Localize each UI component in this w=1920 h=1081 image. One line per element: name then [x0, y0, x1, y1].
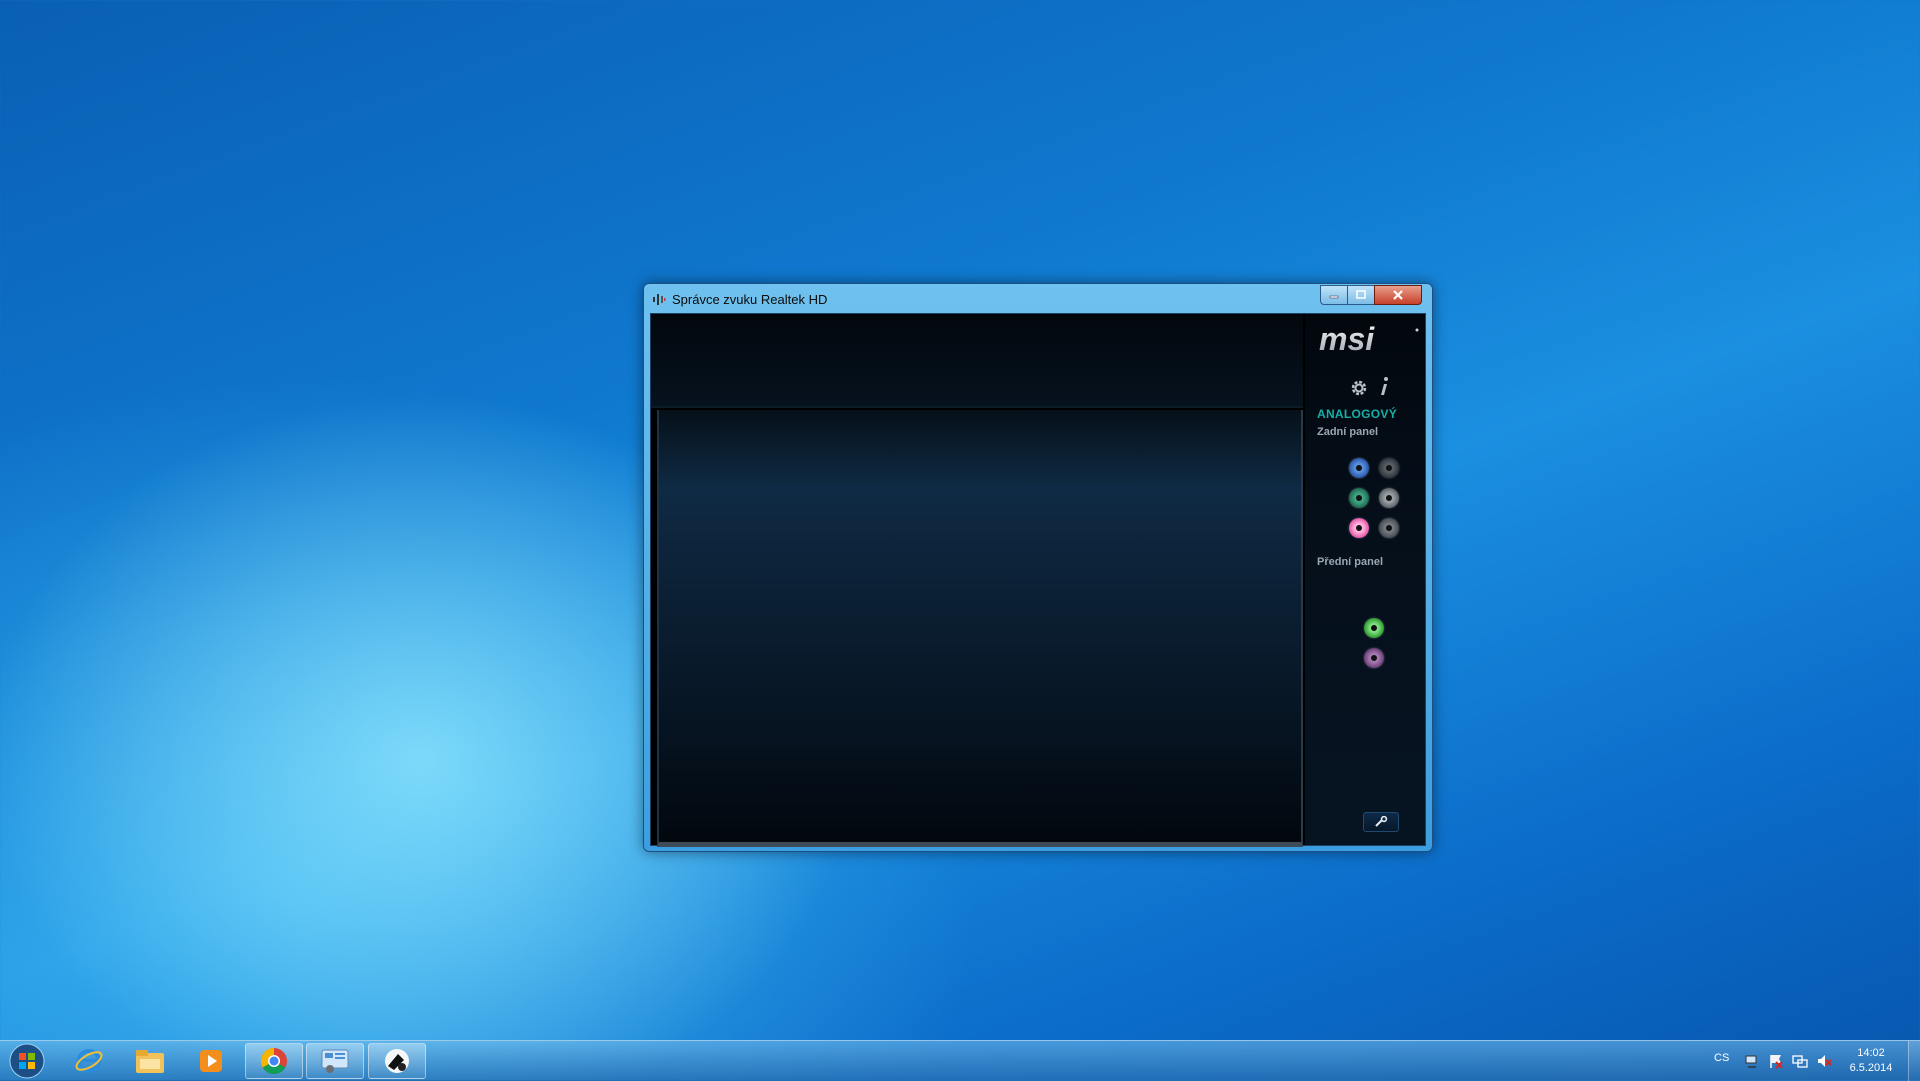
header-area	[651, 314, 1303, 408]
rear-jack-green[interactable]	[1349, 488, 1369, 508]
speaker-app-icon	[653, 294, 666, 305]
start-orb-icon	[9, 1043, 45, 1079]
taskbar-control-panel[interactable]	[306, 1043, 364, 1079]
info-icon[interactable]	[1377, 376, 1391, 398]
start-button[interactable]	[4, 1042, 50, 1080]
front-panel-label: Přední panel	[1317, 556, 1384, 568]
control-panel-icon	[321, 1049, 349, 1073]
chrome-icon	[260, 1047, 287, 1075]
clock-date: 6.5.2014	[1849, 1062, 1893, 1074]
taskbar-internet-explorer[interactable]	[60, 1043, 118, 1079]
front-jack-green[interactable]	[1364, 618, 1384, 638]
advanced-settings-button[interactable]	[1363, 812, 1399, 832]
msi-logo: msi	[1319, 322, 1419, 357]
action-center-flag-icon[interactable]	[1768, 1053, 1784, 1069]
rear-jack-dark-gray[interactable]	[1379, 518, 1399, 538]
wrench-icon	[1375, 816, 1388, 827]
show-desktop-button[interactable]	[1908, 1041, 1920, 1081]
language-indicator[interactable]: CS	[1714, 1052, 1729, 1064]
taskbar-chrome[interactable]	[245, 1043, 303, 1079]
rear-jack-pink[interactable]	[1349, 518, 1369, 538]
analog-section-title: ANALOGOVÝ	[1317, 407, 1398, 421]
minimize-icon	[1329, 295, 1339, 299]
rear-panel-label: Zadní panel	[1317, 426, 1379, 438]
minimize-button[interactable]	[1320, 285, 1348, 305]
rear-jack-blue[interactable]	[1349, 458, 1369, 478]
volume-muted-icon[interactable]	[1816, 1053, 1832, 1069]
media-player-icon	[200, 1050, 222, 1072]
system-clock[interactable]: 14:02 6.5.2014	[1838, 1046, 1904, 1076]
front-jack-purple[interactable]	[1364, 648, 1384, 668]
taskbar: CS 14:02 6.5.2014	[0, 1040, 1920, 1081]
realtek-window: Správce zvuku Realtek HD msi ANALOGOVÝ Z…	[643, 283, 1433, 852]
taskbar-file-explorer[interactable]	[121, 1043, 179, 1079]
maximize-icon	[1356, 290, 1366, 299]
network-connection-icon[interactable]	[1792, 1053, 1808, 1069]
close-button[interactable]	[1374, 285, 1422, 305]
window-client-area: msi ANALOGOVÝ Zadní panel Přední panel	[650, 313, 1426, 847]
taskbar-media-player[interactable]	[182, 1043, 240, 1079]
network-tray-icon[interactable]	[1744, 1053, 1760, 1069]
connector-sidebar: msi ANALOGOVÝ Zadní panel Přední panel	[1305, 314, 1425, 845]
file-explorer-icon	[136, 1050, 164, 1073]
taskbar-realtek[interactable]	[368, 1043, 426, 1079]
internet-explorer-icon	[75, 1049, 103, 1073]
window-title: Správce zvuku Realtek HD	[672, 292, 828, 307]
realtek-speaker-icon	[385, 1049, 409, 1073]
rear-jack-gray[interactable]	[1379, 488, 1399, 508]
maximize-button[interactable]	[1347, 285, 1375, 305]
close-icon	[1393, 290, 1403, 300]
main-content-panel	[657, 410, 1303, 847]
clock-time: 14:02	[1857, 1047, 1885, 1059]
gear-icon[interactable]	[1349, 378, 1369, 398]
svg-text:msi: msi	[1319, 322, 1375, 357]
title-bar[interactable]: Správce zvuku Realtek HD	[644, 284, 1432, 314]
rear-jack-black[interactable]	[1379, 458, 1399, 478]
